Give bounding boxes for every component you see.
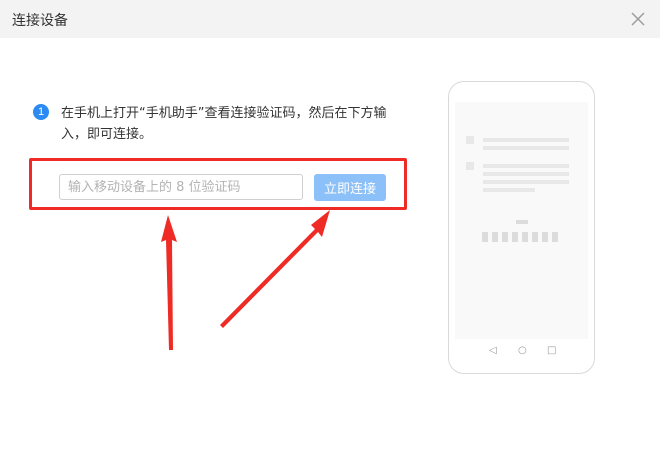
- title-bar: 连接设备: [0, 0, 660, 38]
- code-digit-placeholder: [492, 232, 498, 242]
- placeholder-line: [483, 180, 569, 184]
- close-button[interactable]: [628, 9, 648, 29]
- placeholder-line: [483, 146, 569, 150]
- close-icon: [631, 12, 645, 26]
- phone-nav-bar: ◁ ○ □: [449, 344, 594, 358]
- instruction-text: 在手机上打开“手机助手”查看连接验证码，然后在下方输入，即可连接。: [61, 106, 387, 142]
- annotation-arrow-up: [161, 215, 177, 350]
- back-icon: ◁: [489, 345, 497, 356]
- recent-apps-icon: □: [547, 345, 557, 356]
- code-digit-placeholder: [502, 232, 508, 242]
- annotation-arrow-diagonal: [220, 210, 330, 328]
- code-digit-placeholder: [512, 232, 518, 242]
- step-number-badge: 1: [33, 104, 49, 120]
- phone-screen: [455, 102, 588, 339]
- code-digit-placeholder: [522, 232, 528, 242]
- window-title: 连接设备: [12, 13, 68, 29]
- phone-illustration: ◁ ○ □: [448, 81, 595, 374]
- placeholder-line: [483, 164, 569, 168]
- code-digit-placeholder: [542, 232, 548, 242]
- annotation-highlight-box: [29, 158, 407, 210]
- placeholder-line: [483, 172, 569, 176]
- code-digit-placeholder: [532, 232, 538, 242]
- placeholder-line: [483, 138, 569, 142]
- code-digit-placeholder: [552, 232, 558, 242]
- code-digit-placeholder: [482, 232, 488, 242]
- home-icon: ○: [518, 345, 527, 356]
- placeholder-square: [466, 136, 474, 144]
- placeholder-line: [483, 188, 535, 192]
- placeholder-square: [466, 162, 474, 170]
- placeholder-dash: [516, 220, 528, 224]
